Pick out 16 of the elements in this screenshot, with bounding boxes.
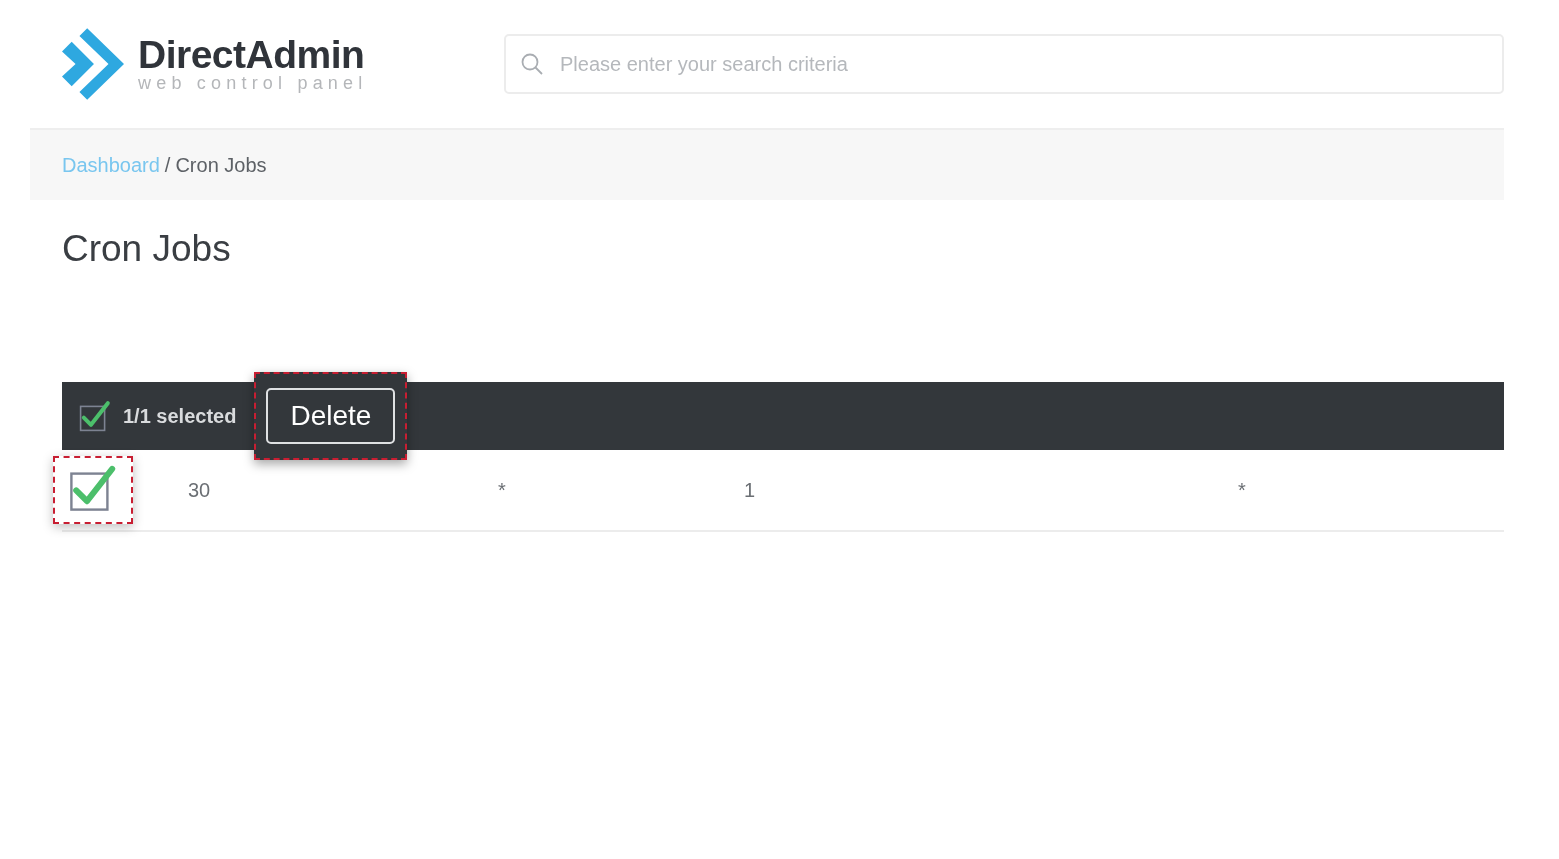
logo-tagline: web control panel [138, 73, 368, 94]
search-icon [520, 52, 544, 76]
page-title: Cron Jobs [62, 228, 232, 271]
delete-button[interactable]: Delete [266, 388, 396, 444]
breadcrumb-current: Cron Jobs [175, 153, 267, 177]
search-field[interactable]: Please enter your search criteria [504, 34, 1504, 94]
table-cell: 1 [744, 478, 756, 501]
logo-name: DirectAdmin [138, 34, 366, 74]
checkbox[interactable] [69, 464, 117, 512]
checkbox[interactable] [79, 400, 111, 432]
breadcrumb-separator: / [164, 153, 171, 177]
selection-count: 1/1 selected [123, 404, 237, 428]
table-cell: * [1238, 478, 1246, 501]
table-cell: * [498, 478, 506, 501]
table-cell: 30 [188, 478, 211, 501]
logo-icon [62, 28, 124, 100]
